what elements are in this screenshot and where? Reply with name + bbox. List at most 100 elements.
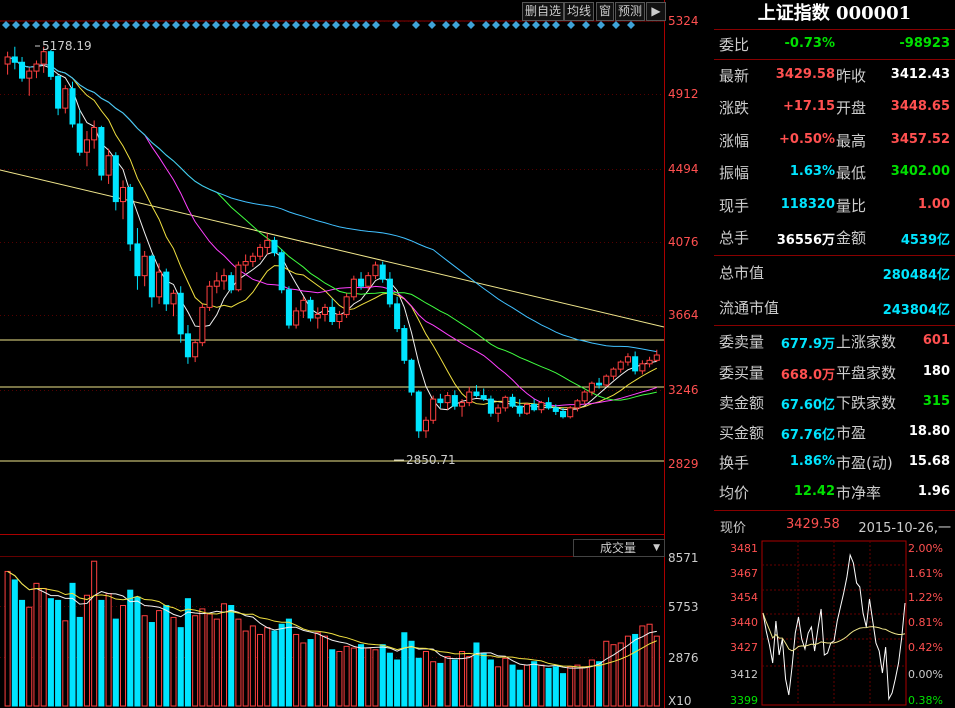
candle-body bbox=[581, 391, 588, 402]
row-total-hand: 总手 36556万 金额 4539亿 bbox=[719, 229, 950, 248]
volume-bar bbox=[415, 657, 422, 707]
volume-bar bbox=[141, 615, 148, 707]
intraday-right-axis: 2.00% 1.61% 1.22% 0.81% 0.42% 0.00% 0.38… bbox=[908, 542, 943, 707]
event-diamond-icon bbox=[42, 21, 50, 29]
svg-text:4912: 4912 bbox=[668, 87, 699, 101]
event-diamond-icon bbox=[312, 21, 320, 29]
row-latest: 最新 3429.58 昨收 3412.43 bbox=[719, 67, 950, 85]
intraday-chart[interactable]: 3481 3467 3454 3440 3427 3412 3399 2.00%… bbox=[714, 537, 955, 708]
volume-bar bbox=[4, 570, 11, 707]
candle-body bbox=[127, 186, 134, 245]
volume-bar bbox=[502, 657, 509, 707]
volume-bar bbox=[105, 593, 112, 707]
chevron-down-icon: ▼ bbox=[653, 543, 660, 553]
kline-chart[interactable]: 5178.19 2850.71 5324 4912 4494 4076 3664… bbox=[0, 0, 714, 708]
delete-watch-button[interactable]: 删自选 bbox=[522, 2, 565, 21]
volume-bar bbox=[98, 599, 105, 707]
volume-bar bbox=[199, 608, 206, 707]
event-diamond-icon bbox=[212, 21, 220, 29]
candle-body bbox=[40, 51, 47, 65]
candle-body bbox=[119, 186, 127, 203]
event-diamond-icon bbox=[132, 21, 140, 29]
event-markers[interactable] bbox=[2, 21, 635, 29]
volume-bar bbox=[112, 618, 119, 707]
volume-bar bbox=[235, 618, 242, 707]
row-amplitude: 振幅 1.63% 最低 3402.00 bbox=[719, 164, 950, 182]
event-diamond-icon bbox=[192, 21, 200, 29]
svg-text:3454: 3454 bbox=[730, 591, 758, 604]
event-diamond-icon bbox=[122, 21, 130, 29]
row-change-pct: 涨幅 +0.50% 最高 3457.52 bbox=[719, 132, 950, 150]
volume-bar bbox=[451, 659, 458, 707]
row-float-cap: 流通市值 243804亿 bbox=[719, 299, 950, 318]
volume-bar bbox=[314, 632, 321, 707]
event-diamond-icon bbox=[582, 21, 590, 29]
svg-text:0.38%: 0.38% bbox=[908, 694, 943, 707]
volume-bar bbox=[156, 610, 163, 707]
ma30-line bbox=[7, 56, 657, 401]
candle-body bbox=[4, 56, 11, 65]
event-diamond-icon bbox=[352, 21, 360, 29]
svg-text:3467: 3467 bbox=[730, 567, 758, 580]
next-arrow-icon[interactable]: ▶ bbox=[646, 2, 666, 21]
volume-bar bbox=[545, 668, 552, 707]
ma20-line bbox=[7, 56, 657, 407]
forecast-button[interactable]: 预测 bbox=[615, 2, 646, 21]
event-diamond-icon bbox=[392, 21, 400, 29]
event-diamond-icon bbox=[512, 21, 520, 29]
candle-body bbox=[213, 280, 220, 287]
candle-body bbox=[329, 306, 336, 323]
candle-body bbox=[343, 296, 350, 315]
candle-body bbox=[235, 264, 242, 291]
window-button[interactable]: 窗 bbox=[596, 2, 615, 21]
volume-bar bbox=[509, 664, 516, 707]
row-buy-amt: 买金额 67.76亿 市盈 18.80 bbox=[719, 424, 950, 443]
high-annotation: 5178.19 bbox=[42, 39, 92, 53]
candle-body bbox=[314, 313, 321, 319]
ma-line-button[interactable]: 均线 bbox=[564, 2, 595, 21]
candle-body bbox=[105, 155, 112, 176]
candle-body bbox=[408, 359, 415, 393]
candle-body bbox=[148, 255, 155, 298]
candle-body bbox=[567, 407, 574, 418]
volume-bar bbox=[119, 604, 127, 707]
candle-body bbox=[531, 403, 538, 411]
svg-text:4076: 4076 bbox=[668, 235, 699, 249]
candle-body bbox=[257, 246, 264, 257]
event-diamond-icon bbox=[552, 21, 560, 29]
volume-indicator-select[interactable]: 成交量 ▼ bbox=[573, 539, 665, 557]
volume-bar bbox=[401, 632, 408, 707]
candle-body bbox=[300, 299, 307, 312]
candle-body bbox=[156, 271, 163, 298]
volume-bar bbox=[531, 661, 538, 707]
volume-bar bbox=[646, 623, 653, 707]
candle-body bbox=[228, 275, 235, 291]
svg-text:0.42%: 0.42% bbox=[908, 641, 943, 654]
volume-bar bbox=[76, 616, 83, 707]
candle-body bbox=[480, 395, 487, 400]
volume-bar bbox=[134, 596, 141, 707]
volume-bar bbox=[653, 635, 660, 707]
volume-bar bbox=[163, 604, 170, 707]
event-diamond-icon bbox=[12, 21, 20, 29]
quote-panel: 上证指数 000001 委比 -0.73% -98923 最新 3429.58 昨… bbox=[714, 0, 955, 708]
intraday-left-axis: 3481 3467 3454 3440 3427 3412 3399 bbox=[730, 542, 758, 707]
event-diamond-icon bbox=[612, 21, 620, 29]
candle-body bbox=[98, 127, 105, 176]
candle-body bbox=[588, 382, 595, 393]
event-diamond-icon bbox=[112, 21, 120, 29]
volume-bar bbox=[206, 613, 213, 707]
volume-bar bbox=[329, 649, 336, 707]
candle-body bbox=[610, 368, 617, 377]
event-diamond-icon bbox=[597, 21, 605, 29]
event-diamond-icon bbox=[567, 21, 575, 29]
svg-text:0.00%: 0.00% bbox=[908, 668, 943, 681]
row-avg-price: 均价 12.42 市净率 1.96 bbox=[719, 484, 950, 502]
candle-body bbox=[220, 275, 228, 282]
candle-body bbox=[574, 400, 581, 409]
volume-bar bbox=[538, 664, 545, 707]
candle-body bbox=[646, 359, 653, 365]
volume-bar bbox=[192, 615, 199, 707]
candle-body bbox=[69, 88, 76, 125]
candle-body bbox=[653, 354, 660, 361]
